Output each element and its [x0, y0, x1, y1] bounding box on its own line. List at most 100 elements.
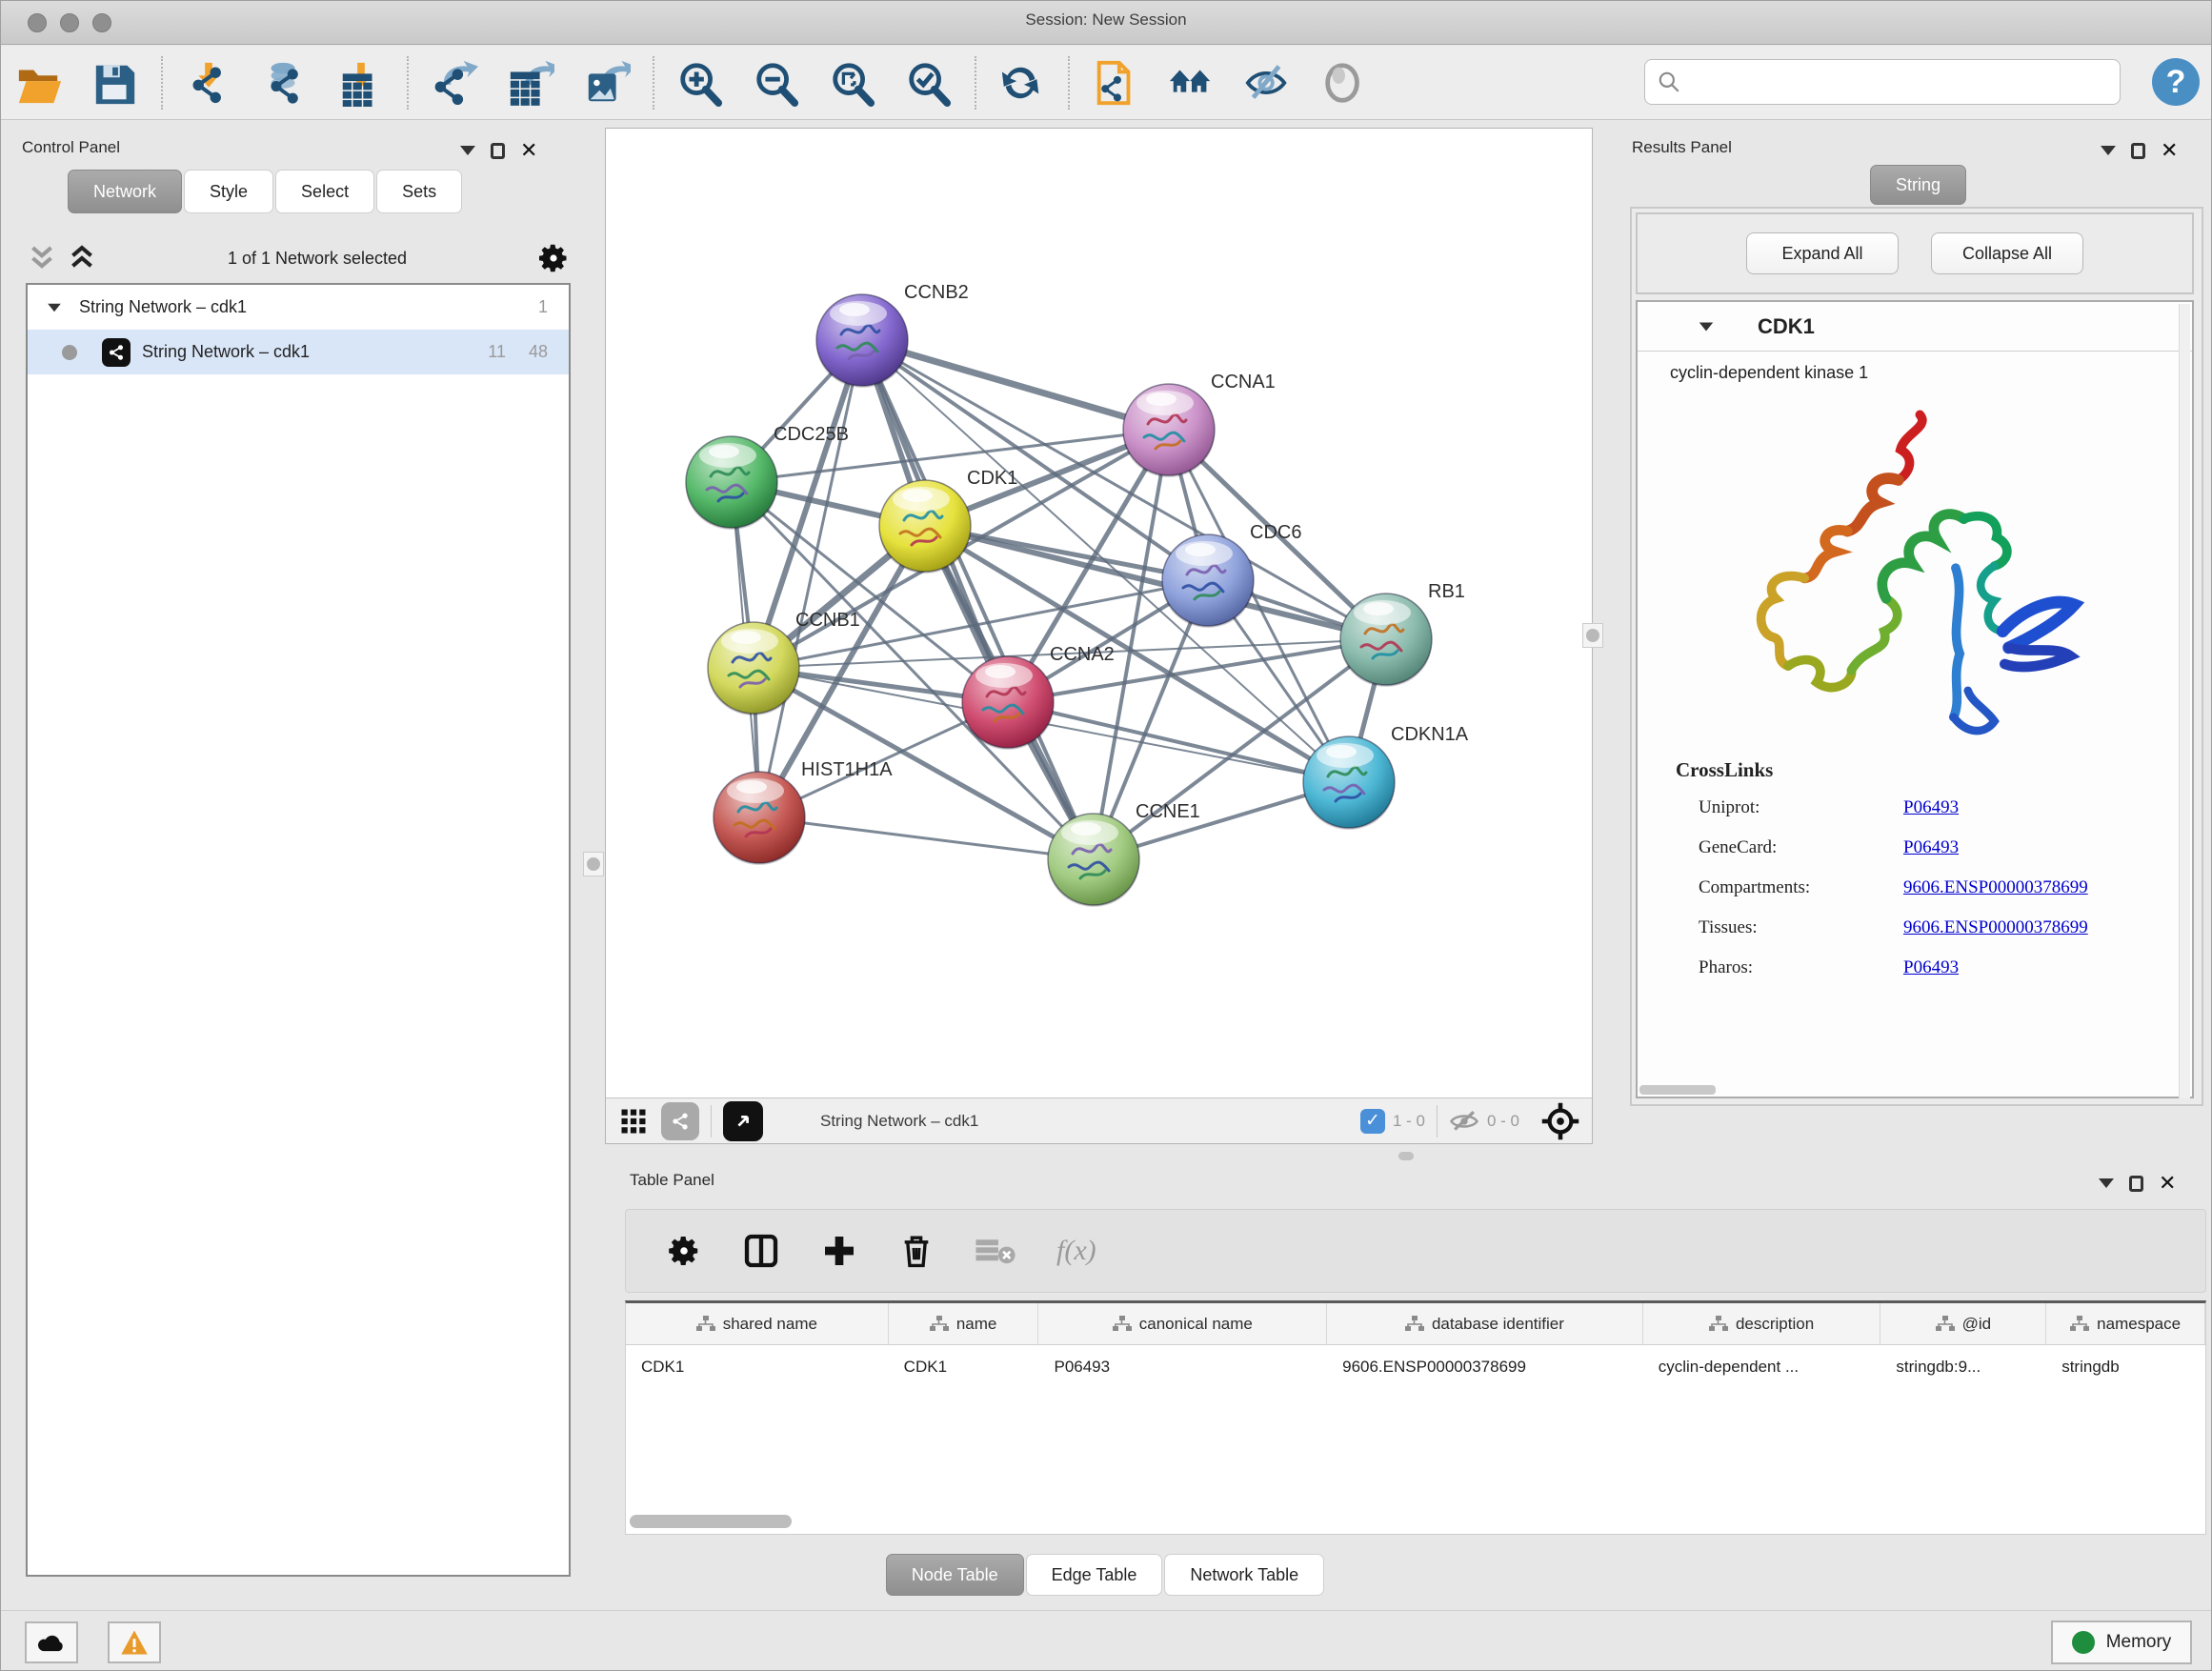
network-node-CCNA2[interactable] — [962, 656, 1054, 750]
import-table-icon[interactable] — [336, 58, 386, 108]
tab-network[interactable]: Network — [68, 170, 182, 213]
crosslink-link[interactable]: 9606.ENSP00000378699 — [1903, 877, 2088, 898]
cell-database-identifier[interactable]: 9606.ENSP00000378699 — [1327, 1345, 1643, 1389]
network-node-CDC25B[interactable] — [686, 436, 777, 530]
network-options-gear-icon[interactable] — [536, 241, 571, 275]
crosslink-link[interactable]: P06493 — [1903, 797, 1959, 818]
import-network-database-icon[interactable] — [260, 58, 310, 108]
tab-edge-table[interactable]: Edge Table — [1026, 1554, 1163, 1596]
network-node-CDC6[interactable] — [1162, 534, 1254, 628]
tree-expand-icon[interactable] — [48, 303, 61, 312]
tab-network-table[interactable]: Network Table — [1164, 1554, 1324, 1596]
expand-all-chevron-icon[interactable] — [66, 244, 98, 272]
network-collection-row[interactable]: String Network – cdk1 1 — [28, 285, 569, 330]
network-node-CCNB2[interactable] — [816, 294, 908, 388]
grid-view-icon[interactable] — [619, 1107, 648, 1136]
column-header-canonical-name[interactable]: canonical name — [1038, 1303, 1327, 1344]
results-panel-close-icon[interactable]: ✕ — [2161, 140, 2178, 161]
network-edge-CCNB2-CCNE1[interactable] — [862, 340, 1094, 859]
table-row[interactable]: CDK1CDK1P064939606.ENSP00000378699cyclin… — [626, 1345, 2205, 1389]
gene-header-row[interactable]: CDK1 — [1638, 302, 2192, 352]
table-settings-gear-icon[interactable] — [666, 1233, 702, 1269]
cell--id[interactable]: stringdb:9... — [1880, 1345, 2046, 1389]
network-edge-CCNA2-CDKN1A[interactable] — [1008, 702, 1349, 782]
crosslink-link[interactable]: P06493 — [1903, 837, 1959, 858]
expand-all-button[interactable]: Expand All — [1746, 232, 1899, 274]
show-graphics-details-icon[interactable] — [1319, 58, 1369, 108]
export-table-icon[interactable] — [506, 58, 555, 108]
control-panel-float-icon[interactable] — [491, 143, 505, 159]
tab-node-table[interactable]: Node Table — [886, 1554, 1024, 1596]
cloud-status-button[interactable] — [25, 1621, 78, 1663]
results-panel-collapse-icon[interactable] — [2101, 146, 2116, 155]
open-session-icon[interactable] — [14, 58, 64, 108]
hide-selected-icon[interactable] — [1243, 58, 1293, 108]
network-node-CDK1[interactable] — [879, 480, 971, 574]
collapse-all-button[interactable]: Collapse All — [1931, 232, 2083, 274]
export-image-icon[interactable] — [582, 58, 632, 108]
cell-name[interactable]: CDK1 — [889, 1345, 1039, 1389]
collapse-all-chevron-icon[interactable] — [26, 244, 58, 272]
network-canvas[interactable]: CCNB2CCNA1CDC25BCDK1CDC6RB1CCNB1CCNA2CDK… — [606, 129, 1592, 1097]
horizontal-splitter-handle[interactable] — [1398, 1152, 1414, 1160]
table-panel-close-icon[interactable]: ✕ — [2159, 1173, 2176, 1194]
cell-canonical-name[interactable]: P06493 — [1038, 1345, 1327, 1389]
home-icon[interactable] — [1167, 58, 1217, 108]
help-button[interactable]: ? — [2152, 58, 2200, 106]
column-header-name[interactable]: name — [889, 1303, 1039, 1344]
network-edge-HIST1H1A-CCNE1[interactable] — [759, 817, 1094, 859]
save-session-icon[interactable] — [90, 58, 140, 108]
network-edge-CCNB2-CCNA1[interactable] — [862, 340, 1169, 430]
table-horizontal-scrollbar[interactable] — [630, 1515, 792, 1528]
network-node-CCNE1[interactable] — [1048, 814, 1139, 907]
control-panel-collapse-icon[interactable] — [460, 146, 475, 155]
tab-style[interactable]: Style — [184, 170, 273, 213]
network-share-view-icon[interactable] — [661, 1102, 699, 1140]
network-node-CCNA1[interactable] — [1123, 384, 1215, 477]
cell-description[interactable]: cyclin-dependent ... — [1643, 1345, 1881, 1389]
export-network-icon[interactable] — [430, 58, 479, 108]
selected-items-checkbox[interactable]: ✓ — [1360, 1109, 1385, 1134]
refresh-view-icon[interactable] — [997, 58, 1047, 108]
network-row[interactable]: String Network – cdk1 11 48 — [28, 330, 569, 374]
tab-sets[interactable]: Sets — [376, 170, 462, 213]
left-splitter-handle[interactable] — [583, 852, 604, 876]
import-network-file-icon[interactable] — [184, 58, 233, 108]
zoom-in-icon[interactable] — [675, 58, 725, 108]
delete-column-trash-icon[interactable] — [898, 1232, 935, 1270]
results-vertical-scrollbar[interactable] — [2179, 304, 2190, 1098]
hidden-items-eye-slash-icon[interactable] — [1449, 1109, 1479, 1134]
table-panel-float-icon[interactable] — [2129, 1176, 2143, 1192]
network-node-HIST1H1A[interactable] — [714, 772, 805, 865]
results-tab-string[interactable]: String — [1870, 165, 1968, 205]
network-from-document-icon[interactable] — [1091, 58, 1140, 108]
column-header-description[interactable]: description — [1643, 1303, 1881, 1344]
table-panel-collapse-icon[interactable] — [2099, 1178, 2114, 1188]
results-panel-float-icon[interactable] — [2131, 143, 2145, 159]
birdseye-view-icon[interactable] — [723, 1101, 763, 1141]
gene-collapse-icon[interactable] — [1699, 322, 1713, 331]
zoom-out-icon[interactable] — [752, 58, 801, 108]
column-header-shared-name[interactable]: shared name — [626, 1303, 889, 1344]
right-splitter-handle[interactable] — [1582, 623, 1603, 648]
network-node-CCNB1[interactable] — [708, 622, 799, 715]
results-horizontal-scrollbar[interactable] — [1639, 1085, 1716, 1095]
search-box[interactable] — [1644, 59, 2121, 105]
column-header-namespace[interactable]: namespace — [2046, 1303, 2205, 1344]
memory-button[interactable]: Memory — [2051, 1621, 2192, 1664]
cell-namespace[interactable]: stringdb — [2046, 1345, 2205, 1389]
warnings-button[interactable] — [108, 1621, 161, 1663]
zoom-selected-icon[interactable] — [904, 58, 954, 108]
search-input[interactable] — [1689, 71, 2120, 93]
control-panel-close-icon[interactable]: ✕ — [520, 140, 537, 161]
cell-shared-name[interactable]: CDK1 — [626, 1345, 889, 1389]
network-node-RB1[interactable] — [1340, 594, 1432, 687]
network-edge-CCNB2-HIST1H1A[interactable] — [759, 340, 862, 817]
crosslink-link[interactable]: P06493 — [1903, 957, 1959, 978]
column-header-database-identifier[interactable]: database identifier — [1327, 1303, 1643, 1344]
fit-selected-crosshair-icon[interactable] — [1540, 1101, 1580, 1141]
show-columns-icon[interactable] — [742, 1232, 780, 1270]
add-column-icon[interactable] — [820, 1232, 858, 1270]
zoom-fit-icon[interactable] — [828, 58, 877, 108]
crosslink-link[interactable]: 9606.ENSP00000378699 — [1903, 917, 2088, 938]
